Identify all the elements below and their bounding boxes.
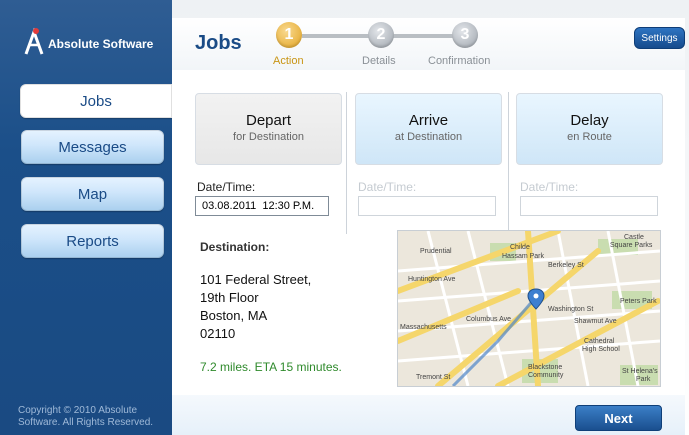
delay-datetime-label: Date/Time: <box>520 180 579 194</box>
delay-title: Delay <box>570 112 609 129</box>
app-window: Absolute Software Jobs Messages Map Repo… <box>0 0 689 435</box>
map-label: St Helena's <box>622 368 658 375</box>
step-1-circle: 1 <box>276 22 302 48</box>
sidebar-item-messages[interactable]: Messages <box>21 130 164 164</box>
arrive-title: Arrive <box>408 112 449 129</box>
absolute-logo-icon <box>24 27 44 55</box>
map-label: Community <box>528 372 564 379</box>
map-label: Castle <box>624 234 644 241</box>
step-3-circle: 3 <box>452 22 478 48</box>
step-progress: 1 2 3 Action Details Confirmation <box>273 22 536 68</box>
step-3-label: Confirmation <box>428 55 491 67</box>
copyright-text: Copyright © 2010 Absolute Software. All … <box>18 405 154 428</box>
arrive-button[interactable]: Arrive at Destination <box>355 93 502 165</box>
route-map[interactable]: Prudential Childe Hassam Park Castle Squ… <box>397 230 661 387</box>
delay-button[interactable]: Delay en Route <box>516 93 663 165</box>
depart-datetime-label: Date/Time: <box>197 180 256 194</box>
map-label: Hassam Park <box>502 253 545 260</box>
step-1-label: Action <box>273 55 304 67</box>
step-connector <box>302 34 372 38</box>
map-label: Massachusetts <box>400 324 447 331</box>
sidebar-item-label: Reports <box>66 232 119 250</box>
depart-title: Depart <box>245 112 292 129</box>
map-label: Huntington Ave <box>408 276 455 283</box>
footer-bar: Next <box>172 395 685 435</box>
sidebar-item-map[interactable]: Map <box>21 177 164 211</box>
map-label: Shawmut Ave <box>574 318 617 325</box>
map-label: Square Parks <box>610 242 653 249</box>
map-label: High School <box>582 346 620 353</box>
column-divider <box>508 92 509 234</box>
main-content: Depart for Destination Arrive at Destina… <box>172 70 685 395</box>
map-label: Peters Park <box>620 298 657 305</box>
arrive-datetime-label: Date/Time: <box>358 180 417 194</box>
step-2-circle: 2 <box>368 22 394 48</box>
delay-subtitle: en Route <box>567 131 612 143</box>
eta-text: 7.2 miles. ETA 15 minutes. <box>200 360 342 374</box>
column-divider <box>346 92 347 234</box>
delay-datetime-input[interactable] <box>520 196 658 216</box>
sidebar: Absolute Software Jobs Messages Map Repo… <box>0 0 172 435</box>
depart-subtitle: for Destination <box>233 131 304 143</box>
map-label: Park <box>636 376 651 383</box>
map-label: Prudential <box>420 248 452 255</box>
arrive-datetime-input[interactable] <box>358 196 496 216</box>
map-label: Columbus Ave <box>466 316 511 323</box>
step-2-label: Details <box>362 55 396 67</box>
brand-name: Absolute Software <box>48 37 154 51</box>
destination-address: 101 Federal Street, 19th Floor Boston, M… <box>200 272 312 341</box>
step-connector <box>392 34 454 38</box>
map-graphic: Prudential Childe Hassam Park Castle Squ… <box>398 231 660 386</box>
next-button[interactable]: Next <box>575 405 662 431</box>
map-label: Cathedral <box>584 338 615 345</box>
sidebar-item-label: Jobs <box>80 92 112 110</box>
map-label: Tremont St <box>416 374 450 381</box>
map-label: Berkeley St <box>548 262 584 269</box>
sidebar-item-label: Messages <box>58 138 127 156</box>
brand-logo: Absolute Software <box>22 26 172 60</box>
depart-button[interactable]: Depart for Destination <box>195 93 342 165</box>
arrive-subtitle: at Destination <box>394 131 463 143</box>
header-bar: Jobs 1 2 3 Action Details Confirmation S… <box>172 18 685 71</box>
map-label: Childe <box>510 244 530 251</box>
depart-datetime-input[interactable] <box>195 196 329 216</box>
map-label: Blackstone <box>528 364 562 371</box>
destination-label: Destination: <box>200 240 270 254</box>
sidebar-item-jobs[interactable]: Jobs <box>20 84 172 118</box>
sidebar-item-label: Map <box>77 185 108 203</box>
sidebar-item-reports[interactable]: Reports <box>21 224 164 258</box>
map-label: Washington St <box>548 306 593 313</box>
page-title: Jobs <box>195 32 242 54</box>
settings-button[interactable]: Settings <box>634 27 685 49</box>
